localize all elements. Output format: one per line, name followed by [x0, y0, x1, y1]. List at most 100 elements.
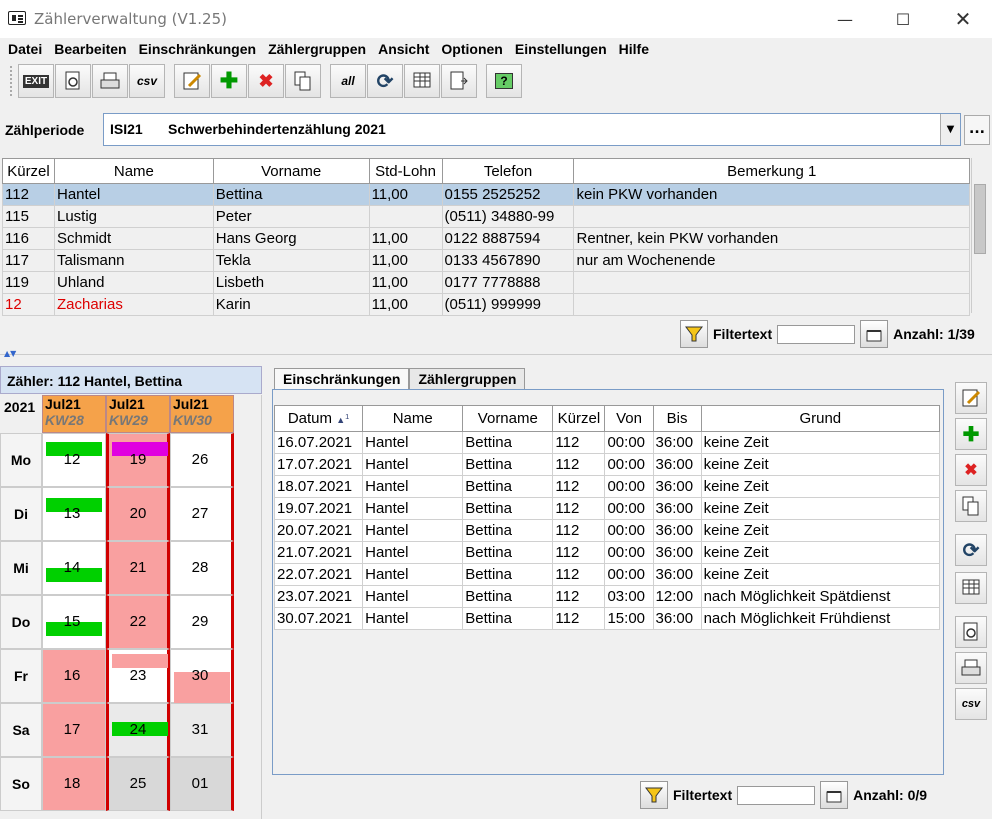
copy-button[interactable] — [285, 64, 321, 98]
maximize-icon[interactable]: ☐ — [880, 0, 926, 38]
table-row[interactable]: 20.07.2021 Hantel Bettina 112 00:00 36:00 kein… — [273, 519, 941, 542]
column-header[interactable]: Telefon — [441, 158, 575, 184]
table-row[interactable]: 112 Hantel Bettina 11,00 0155 2525252 kein PK… — [2, 183, 970, 206]
calendar-day-cell[interactable]: 01 — [170, 757, 234, 811]
tab-zaehlergruppen[interactable]: Zählergruppen — [409, 368, 526, 389]
calendar-day-cell[interactable]: 28 — [170, 541, 234, 595]
add-restriction-button[interactable]: ✚ — [955, 418, 987, 450]
table-row[interactable]: 22.07.2021 Hantel Bettina 112 00:00 36:00 kein… — [273, 563, 941, 586]
clear-filter-button[interactable] — [820, 781, 849, 809]
table-row[interactable]: 19.07.2021 Hantel Bettina 112 00:00 36:00 kein… — [273, 497, 941, 520]
print-preview-restriction-button[interactable] — [955, 616, 987, 648]
filter-button[interactable] — [680, 320, 708, 348]
calendar-day-cell[interactable]: 17 — [42, 703, 106, 757]
table-row[interactable]: 116 Schmidt Hans Georg 11,00 0122 8887594 Ren… — [2, 227, 970, 250]
close-icon[interactable]: ✕ — [940, 0, 986, 38]
delete-restriction-button[interactable]: ✖ — [955, 454, 987, 486]
column-header[interactable]: Grund — [700, 405, 941, 432]
calendar-day-cell[interactable]: 30 — [170, 649, 234, 704]
filter-input[interactable] — [777, 324, 856, 344]
exit-button[interactable]: EXIT — [18, 64, 54, 98]
tab-einschraenkungen[interactable]: Einschränkungen — [274, 368, 410, 389]
calendar-day-cell[interactable]: 21 — [106, 541, 170, 595]
table-row[interactable]: 16.07.2021 Hantel Bettina 112 00:00 36:00 kein… — [273, 431, 941, 454]
counters-scrollbar[interactable] — [971, 158, 988, 313]
table-row[interactable]: 30.07.2021 Hantel Bettina 112 15:00 36:00 nach… — [273, 607, 941, 630]
calendar-day-cell[interactable]: 15 — [42, 595, 106, 649]
calendar-day-cell[interactable]: 24 — [106, 703, 170, 757]
print-preview-button[interactable] — [55, 64, 91, 98]
print-button[interactable] — [92, 64, 128, 98]
copy-restriction-button[interactable] — [955, 490, 987, 522]
column-header[interactable]: Bemerkung 1 — [573, 158, 970, 184]
week-header[interactable]: Jul21 KW29 — [106, 395, 170, 433]
calendar-day-cell[interactable]: 13 — [42, 487, 106, 541]
table-row[interactable]: 23.07.2021 Hantel Bettina 112 03:00 12:00 nach… — [273, 585, 941, 608]
calendar-day-cell[interactable]: 22 — [106, 595, 170, 649]
calendar-day-cell[interactable]: 16 — [42, 649, 106, 703]
clear-filter-button[interactable] — [860, 320, 889, 348]
column-header[interactable]: Kürzel — [2, 158, 55, 184]
toolbar-grip[interactable] — [10, 66, 14, 96]
period-select[interactable]: ISI21 Schwerbehindertenzählung 2021 ▼ — [103, 113, 961, 146]
splitter[interactable]: ▲▼ — [0, 349, 992, 362]
edit-button[interactable] — [174, 64, 210, 98]
csv-restriction-button[interactable]: csv — [955, 688, 987, 720]
minimize-icon[interactable]: — — [822, 0, 868, 38]
menu-einschraenkungen[interactable]: Einschränkungen — [133, 38, 262, 60]
menu-bearbeiten[interactable]: Bearbeiten — [48, 38, 132, 60]
table-row[interactable]: 119 Uhland Lisbeth 11,00 0177 7778888 — [2, 271, 970, 294]
filter-button[interactable] — [640, 781, 668, 809]
filter-input[interactable] — [737, 785, 816, 805]
calendar-day-cell[interactable]: 18 — [42, 757, 106, 811]
table-row[interactable]: 117 Talismann Tekla 11,00 0133 4567890 nur am… — [2, 249, 970, 272]
period-more-button[interactable]: ... — [964, 115, 990, 145]
show-all-button[interactable]: all — [330, 64, 366, 98]
calendar-day-cell[interactable]: 23 — [106, 649, 170, 703]
column-header[interactable]: Name — [362, 405, 464, 432]
csv-export-button[interactable]: csv — [129, 64, 165, 98]
calendar-day-cell[interactable]: 14 — [42, 541, 106, 595]
edit-restriction-button[interactable] — [955, 382, 987, 414]
delete-button[interactable]: ✖ — [248, 64, 284, 98]
column-header[interactable]: Kürzel — [552, 405, 606, 432]
column-header[interactable]: Von — [604, 405, 654, 432]
calendar-day-cell[interactable]: 31 — [170, 703, 234, 757]
table-settings-restriction-button[interactable] — [955, 572, 987, 604]
calendar-day-cell[interactable]: 27 — [170, 487, 234, 541]
table-row[interactable]: 18.07.2021 Hantel Bettina 112 00:00 36:00 kein… — [273, 475, 941, 498]
calendar-day-cell[interactable]: 12 — [42, 433, 106, 487]
table-row[interactable]: 21.07.2021 Hantel Bettina 112 00:00 36:00 kein… — [273, 541, 941, 564]
table-row[interactable]: 17.07.2021 Hantel Bettina 112 00:00 36:00 kein… — [273, 453, 941, 476]
menu-optionen[interactable]: Optionen — [435, 38, 508, 60]
menu-ansicht[interactable]: Ansicht — [372, 38, 435, 60]
menu-einstellungen[interactable]: Einstellungen — [509, 38, 613, 60]
scroll-thumb[interactable] — [974, 184, 986, 254]
column-header[interactable]: Bis — [652, 405, 702, 432]
menu-hilfe[interactable]: Hilfe — [613, 38, 655, 60]
add-button[interactable]: ✚ — [211, 64, 247, 98]
table-settings-button[interactable] — [404, 64, 440, 98]
menu-datei[interactable]: Datei — [2, 38, 48, 60]
chevron-down-icon[interactable]: ▼ — [940, 114, 960, 145]
help-button[interactable]: ? — [486, 64, 522, 98]
refresh-button[interactable]: ⟳ — [367, 64, 403, 98]
table-row[interactable]: 115 Lustig Peter (0511) 34880-99 — [2, 205, 970, 228]
column-header[interactable]: Vorname — [462, 405, 554, 432]
column-header[interactable]: Std-Lohn — [368, 158, 443, 184]
week-header[interactable]: Jul21 KW28 — [42, 395, 106, 433]
column-header[interactable]: Datum ▲1 — [273, 405, 364, 432]
column-header[interactable]: Name — [53, 158, 214, 184]
calendar-day-cell[interactable]: 20 — [106, 487, 170, 541]
table-row[interactable]: 12 Zacharias Karin 11,00 (0511) 999999 — [2, 293, 970, 316]
calendar-day-cell[interactable]: 26 — [170, 433, 234, 487]
column-header[interactable]: Vorname — [212, 158, 370, 184]
print-restriction-button[interactable] — [955, 652, 987, 684]
calendar-day-cell[interactable]: 29 — [170, 595, 234, 649]
calendar-day-cell[interactable]: 25 — [106, 757, 170, 811]
menu-zaehlergruppen[interactable]: Zählergruppen — [262, 38, 372, 60]
week-header[interactable]: Jul21 KW30 — [170, 395, 234, 433]
refresh-restriction-button[interactable]: ⟳ — [955, 534, 987, 566]
export-button[interactable] — [441, 64, 477, 98]
calendar-day-cell[interactable]: 19 — [106, 433, 170, 487]
